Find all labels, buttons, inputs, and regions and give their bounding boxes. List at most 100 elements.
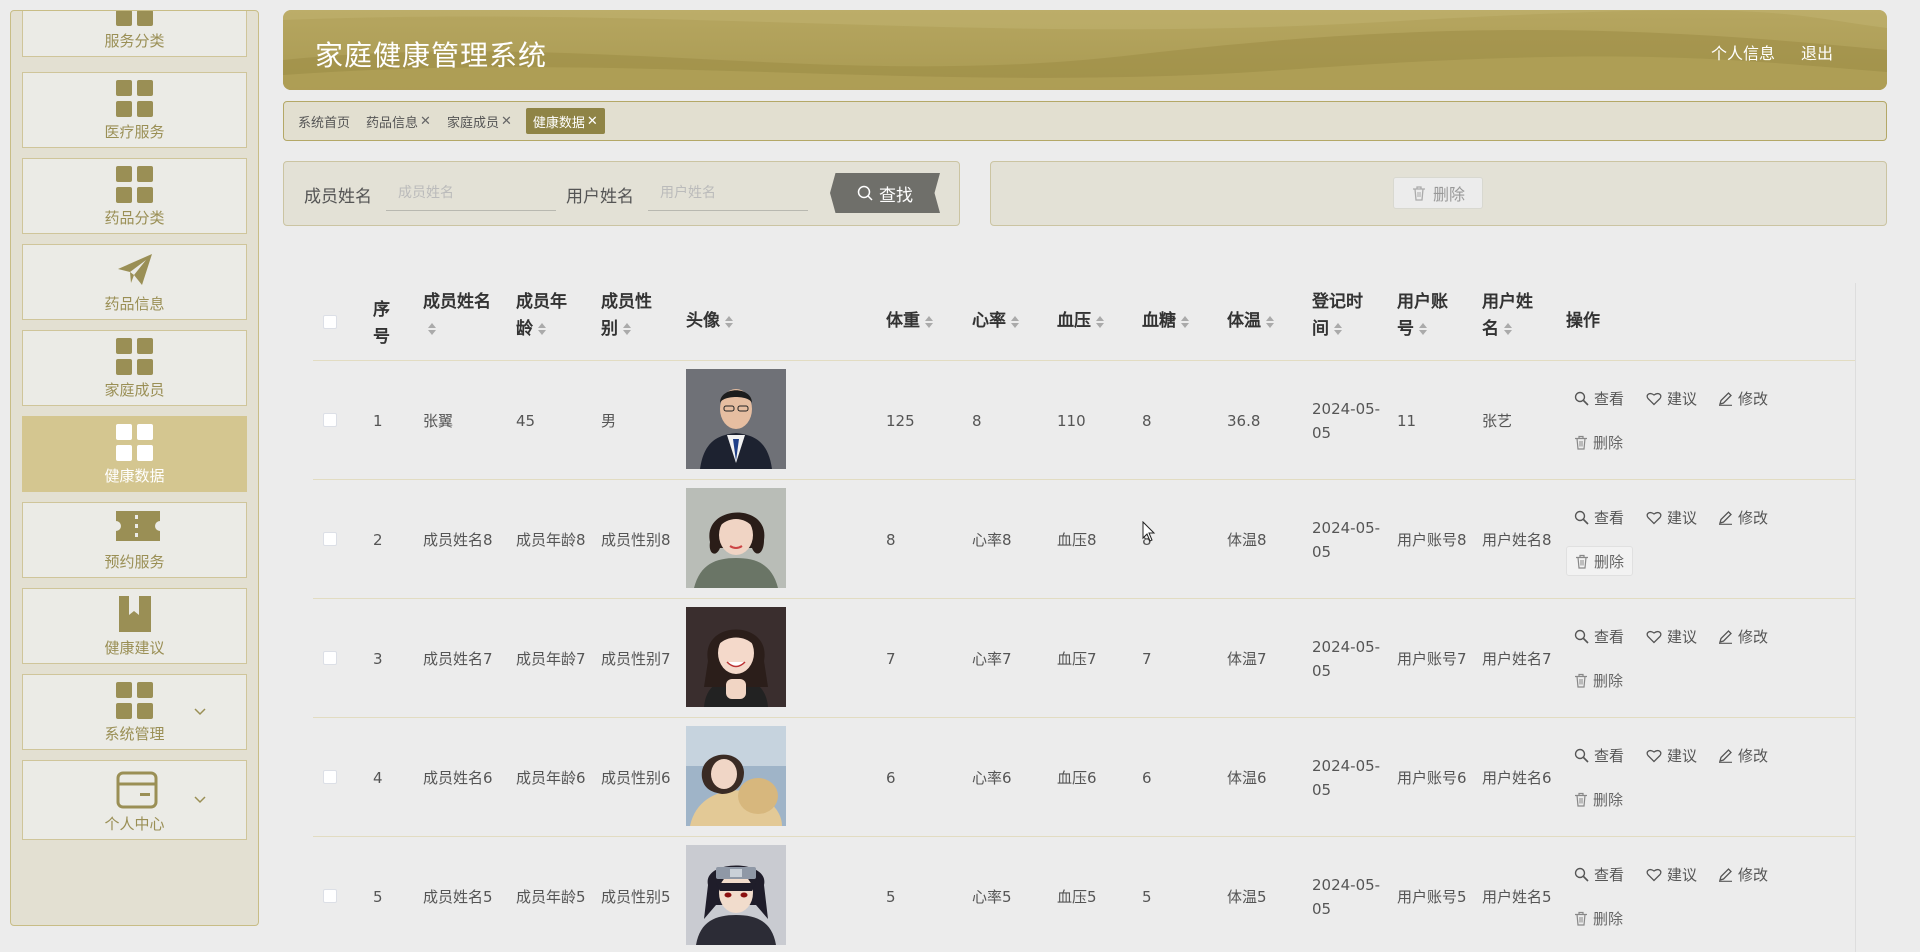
sort-icon[interactable] — [1266, 315, 1275, 328]
sidebar-item-medical-service[interactable]: 医疗服务 — [22, 72, 247, 148]
sidebar-item-drug-category[interactable]: 药品分类 — [22, 158, 247, 234]
table-row[interactable]: 1 张翼 45 男 125 8 110 8 36.8 2024-05-05 11 张艺 查看 建议 修改 删除 — [313, 361, 1855, 480]
col-heart-rate[interactable]: 心率 — [972, 308, 1020, 335]
table-row[interactable]: 4 成员姓名6 成员年龄6 成员性别6 6 心率6 血压6 6 体温6 2024-05-05 用户账… — [313, 718, 1855, 837]
col-label: 血压 — [1057, 311, 1091, 331]
sidebar-item-service-category[interactable]: 服务分类 — [22, 11, 247, 57]
batch-delete-button[interactable]: 删除 — [1393, 177, 1483, 209]
tag-home[interactable]: 系统首页 — [296, 108, 352, 134]
sidebar-item-system-management[interactable]: 系统管理 — [22, 674, 247, 750]
col-temperature[interactable]: 体温 — [1227, 308, 1275, 335]
magnifier-icon — [1574, 748, 1589, 763]
avatar-image[interactable] — [686, 607, 786, 707]
delete-button[interactable]: 删除 — [1566, 546, 1634, 576]
delete-button[interactable]: 删除 — [1566, 784, 1631, 814]
cell-member-gender: 成员性别8 — [601, 530, 671, 549]
view-button[interactable]: 查看 — [1566, 740, 1632, 770]
delete-button[interactable]: 删除 — [1566, 903, 1631, 933]
magnifier-icon — [1574, 629, 1589, 644]
table-row[interactable]: 2 成员姓名8 成员年龄8 成员性别8 8 心率8 血压8 8 体温8 2024-05-05 用户账… — [313, 480, 1855, 599]
sort-icon[interactable] — [1096, 315, 1105, 328]
table-row[interactable]: 5 成员姓名5 成员年龄5 成员性别5 5 心率5 血压5 5 体温5 2024-05-05 用户账… — [313, 837, 1855, 952]
search-button[interactable]: 查找 — [830, 173, 940, 213]
sidebar-item-label: 健康数据 — [104, 467, 165, 485]
advice-button[interactable]: 建议 — [1638, 502, 1705, 532]
close-icon[interactable]: ✕ — [501, 114, 512, 129]
sort-icon[interactable] — [428, 323, 437, 335]
edit-button[interactable]: 修改 — [1710, 740, 1776, 770]
sort-icon[interactable] — [538, 323, 547, 335]
sidebar-item-drug-info[interactable]: 药品信息 — [22, 244, 247, 320]
col-member-gender[interactable]: 成员性别 — [601, 289, 665, 343]
edit-button[interactable]: 修改 — [1710, 502, 1776, 532]
view-button[interactable]: 查看 — [1566, 859, 1632, 889]
user-name-input[interactable] — [648, 175, 808, 211]
logout-link[interactable]: 退出 — [1801, 40, 1833, 64]
cell-member-age: 成员年龄6 — [516, 768, 586, 787]
sort-icon[interactable] — [925, 315, 934, 328]
avatar-image[interactable] — [686, 488, 786, 588]
cell-blood-sugar: 6 — [1142, 768, 1152, 787]
view-button[interactable]: 查看 — [1566, 383, 1632, 413]
tag-label: 健康数据 — [532, 115, 585, 131]
trash-icon — [1575, 911, 1587, 926]
sidebar-item-health-advice[interactable]: 健康建议 — [22, 588, 247, 664]
col-member-name[interactable]: 成员姓名 — [423, 289, 503, 343]
row-checkbox[interactable] — [323, 413, 337, 427]
sidebar-item-health-data[interactable]: 健康数据 — [22, 416, 247, 492]
col-user-name[interactable]: 用户姓名 — [1482, 289, 1546, 343]
col-label: 心率 — [972, 311, 1006, 331]
sort-icon[interactable] — [1334, 323, 1343, 335]
sort-icon[interactable] — [1181, 315, 1190, 328]
sidebar-item-personal-center[interactable]: 个人中心 — [22, 760, 247, 840]
sidebar-item-family-members[interactable]: 家庭成员 — [22, 330, 247, 406]
sort-icon[interactable] — [623, 323, 632, 335]
row-checkbox[interactable] — [323, 651, 337, 665]
row-checkbox[interactable] — [323, 889, 337, 903]
cell-blood-sugar: 5 — [1142, 887, 1152, 906]
profile-link[interactable]: 个人信息 — [1711, 40, 1775, 64]
sort-icon[interactable] — [1011, 315, 1020, 328]
health-data-table: 序号 成员姓名 成员年龄 成员性别 头像 体重 心率 血压 血糖 体温 登记时间… — [313, 283, 1856, 952]
col-register-time[interactable]: 登记时间 — [1312, 289, 1376, 343]
col-blood-pressure[interactable]: 血压 — [1057, 308, 1105, 335]
select-all-checkbox[interactable] — [323, 315, 337, 329]
sort-icon[interactable] — [1504, 323, 1513, 335]
edit-button[interactable]: 修改 — [1710, 859, 1776, 889]
row-checkbox[interactable] — [323, 532, 337, 546]
cell-temperature: 体温7 — [1227, 649, 1267, 668]
sort-icon[interactable] — [1419, 323, 1428, 335]
advice-button[interactable]: 建议 — [1638, 621, 1705, 651]
sidebar-item-appointment[interactable]: 预约服务 — [22, 502, 247, 578]
col-avatar[interactable]: 头像 — [686, 308, 734, 335]
view-button[interactable]: 查看 — [1566, 502, 1632, 532]
avatar-image[interactable] — [686, 845, 786, 945]
sort-icon[interactable] — [725, 315, 734, 328]
op-label: 修改 — [1738, 746, 1769, 765]
delete-button[interactable]: 删除 — [1566, 427, 1631, 457]
tag-health-data[interactable]: 健康数据 ✕ — [525, 108, 605, 134]
col-blood-sugar[interactable]: 血糖 — [1142, 308, 1190, 335]
advice-button[interactable]: 建议 — [1638, 740, 1705, 770]
edit-button[interactable]: 修改 — [1710, 383, 1776, 413]
avatar-image[interactable] — [686, 726, 786, 826]
col-user-account[interactable]: 用户账号 — [1397, 289, 1461, 343]
close-icon[interactable]: ✕ — [587, 114, 598, 129]
delete-button[interactable]: 删除 — [1566, 665, 1631, 695]
table-row[interactable]: 3 成员姓名7 成员年龄7 成员性别7 7 心率7 血压7 7 体温7 2024-05-05 用户账… — [313, 599, 1855, 718]
view-button[interactable]: 查看 — [1566, 621, 1632, 651]
tag-family-members[interactable]: 家庭成员 ✕ — [445, 108, 514, 134]
col-member-age[interactable]: 成员年龄 — [516, 289, 580, 343]
trash-icon — [1575, 435, 1587, 450]
op-label: 建议 — [1667, 746, 1698, 765]
advice-button[interactable]: 建议 — [1638, 859, 1705, 889]
col-weight[interactable]: 体重 — [886, 308, 934, 335]
member-name-input[interactable] — [386, 175, 556, 211]
cell-weight: 8 — [886, 530, 896, 549]
edit-button[interactable]: 修改 — [1710, 621, 1776, 651]
close-icon[interactable]: ✕ — [420, 114, 431, 129]
avatar-image[interactable] — [686, 369, 786, 469]
advice-button[interactable]: 建议 — [1638, 383, 1705, 413]
row-checkbox[interactable] — [323, 770, 337, 784]
tag-drug-info[interactable]: 药品信息 ✕ — [364, 108, 433, 134]
